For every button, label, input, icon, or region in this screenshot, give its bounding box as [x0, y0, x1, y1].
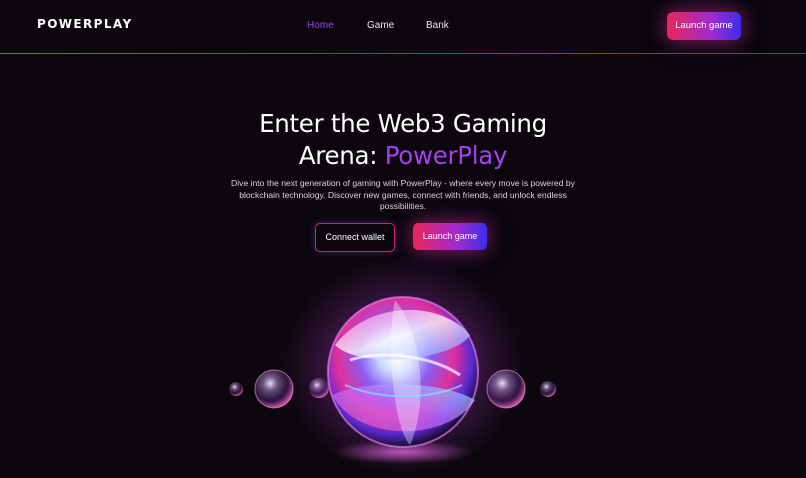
main-orb — [327, 296, 479, 448]
hero-orb-illustration — [229, 256, 556, 476]
